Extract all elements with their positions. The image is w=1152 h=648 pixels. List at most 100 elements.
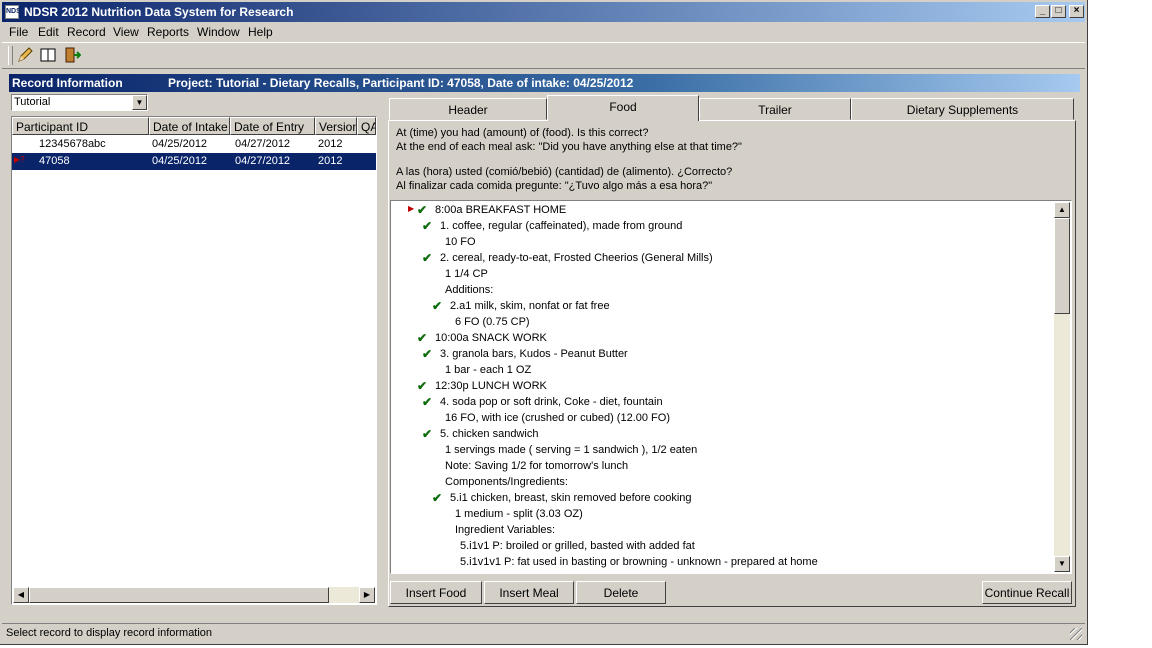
recall-item[interactable]: 4. soda pop or soft drink, Coke - diet, …: [440, 396, 663, 408]
menu-bar: File Edit Record View Reports Window Hel…: [2, 23, 1085, 41]
recall-item[interactable]: Components/Ingredients:: [445, 476, 568, 488]
col-date-entry[interactable]: Date of Entry: [230, 117, 315, 135]
recall-item[interactable]: 1 medium - split (3.03 OZ): [455, 508, 583, 520]
toolbar: [2, 42, 1085, 69]
prompt-en-2: At the end of each meal ask: "Did you ha…: [396, 141, 742, 153]
title-bar[interactable]: NDS NDSR 2012 Nutrition Data System for …: [2, 2, 1085, 22]
insert-meal-button[interactable]: Insert Meal: [484, 581, 574, 604]
check-icon: ✔: [432, 299, 443, 313]
tab-trailer[interactable]: Trailer: [699, 98, 851, 120]
recall-item[interactable]: 5.i1v1v1 P: fat used in basting or brown…: [460, 556, 818, 568]
col-version[interactable]: Version: [315, 117, 357, 135]
recall-item[interactable]: 10:00a SNACK WORK: [435, 332, 547, 344]
check-icon: ✔: [432, 491, 443, 505]
tab-dietary-supplements[interactable]: Dietary Supplements: [851, 98, 1074, 120]
recall-item[interactable]: 10 FO: [445, 236, 476, 248]
recall-item[interactable]: 3. granola bars, Kudos - Peanut Butter: [440, 348, 628, 360]
app-logo-icon: NDS: [5, 5, 21, 19]
check-icon: ✔: [422, 219, 433, 233]
pencil-icon[interactable]: [15, 46, 35, 66]
check-icon: ✔: [417, 379, 428, 393]
close-button[interactable]: ×: [1069, 5, 1084, 18]
cell-date-entry: 04/27/2012: [235, 138, 291, 150]
book-icon[interactable]: [38, 46, 58, 66]
grid-header: Participant ID Date of Intake Date of En…: [12, 117, 376, 135]
scroll-right-icon[interactable]: ▶: [359, 587, 375, 603]
check-icon: ✔: [422, 347, 433, 361]
recall-item[interactable]: 2.a1 milk, skim, nonfat or fat free: [450, 300, 610, 312]
menu-window[interactable]: Window: [197, 25, 240, 39]
cell-participant-id: 47058: [39, 155, 70, 167]
scroll-left-icon[interactable]: ◀: [13, 587, 29, 603]
project-select-value: Tutorial: [14, 96, 51, 108]
menu-view[interactable]: View: [113, 25, 139, 39]
cell-participant-id: 12345678abc: [39, 138, 106, 150]
record-info-label: Record Information: [12, 76, 123, 90]
table-row-selected[interactable]: ▶? 47058 04/25/2012 04/27/2012 2012: [12, 153, 376, 170]
menu-reports[interactable]: Reports: [147, 25, 189, 39]
prompt-es-2: Al finalizar cada comida pregunte: "¿Tuv…: [396, 180, 713, 192]
menu-file[interactable]: File: [9, 25, 28, 39]
recall-item[interactable]: 5.i1 chicken, breast, skin removed befor…: [450, 492, 692, 504]
recall-item[interactable]: 1 servings made ( serving = 1 sandwich )…: [445, 444, 697, 456]
recall-item[interactable]: 6 FO (0.75 CP): [455, 316, 530, 328]
recall-item[interactable]: Note: Saving 1/2 for tomorrow's lunch: [445, 460, 628, 472]
check-icon: ✔: [417, 203, 428, 217]
recall-item[interactable]: 12:30p LUNCH WORK: [435, 380, 547, 392]
menu-help[interactable]: Help: [248, 25, 273, 39]
check-icon: ✔: [422, 395, 433, 409]
project-info: Project: Tutorial - Dietary Recalls, Par…: [168, 76, 634, 90]
participant-grid: Participant ID Date of Intake Date of En…: [11, 116, 377, 605]
cell-date-entry: 04/27/2012: [235, 155, 291, 167]
recall-item[interactable]: 2. cereal, ready-to-eat, Frosted Cheerio…: [440, 252, 713, 264]
chevron-down-icon[interactable]: ▼: [132, 95, 147, 110]
recall-item[interactable]: 1. coffee, regular (caffeinated), made f…: [440, 220, 682, 232]
col-qa[interactable]: QA: [357, 117, 376, 135]
app-window: NDS NDSR 2012 Nutrition Data System for …: [0, 0, 1088, 645]
resize-grip-icon[interactable]: [1070, 628, 1082, 640]
tab-header[interactable]: Header: [389, 98, 547, 120]
exit-door-icon[interactable]: [62, 46, 82, 66]
record-info-header: Record Information Project: Tutorial - D…: [9, 74, 1080, 92]
menu-record[interactable]: Record: [67, 25, 106, 39]
minimize-button[interactable]: _: [1035, 5, 1050, 18]
scroll-up-icon[interactable]: ▲: [1054, 202, 1070, 218]
recall-item[interactable]: 1 1/4 CP: [445, 268, 488, 280]
current-row-icon: ▶?: [14, 155, 25, 164]
window-title: NDSR 2012 Nutrition Data System for Rese…: [24, 5, 294, 19]
prompt-en-1: At (time) you had (amount) of (food). Is…: [396, 127, 649, 139]
scroll-thumb[interactable]: [1054, 218, 1070, 314]
tab-food[interactable]: Food: [547, 95, 699, 121]
recall-item[interactable]: 16 FO, with ice (crushed or cubed) (12.0…: [445, 412, 670, 424]
menu-edit[interactable]: Edit: [38, 25, 59, 39]
recall-item[interactable]: Additions:: [445, 284, 493, 296]
check-icon: ✔: [422, 251, 433, 265]
maximize-button[interactable]: □: [1051, 5, 1066, 18]
current-item-icon: ▶: [408, 204, 415, 213]
col-participant-id[interactable]: Participant ID: [12, 117, 149, 135]
recall-item[interactable]: 5. chicken sandwich: [440, 428, 538, 440]
continue-recall-button[interactable]: Continue Recall: [982, 581, 1072, 604]
grid-horizontal-scrollbar[interactable]: ◀ ▶: [13, 587, 375, 603]
insert-food-button[interactable]: Insert Food: [390, 581, 482, 604]
cell-date-intake: 04/25/2012: [152, 138, 208, 150]
recall-item[interactable]: Ingredient Variables:: [455, 524, 555, 536]
cell-version: 2012: [318, 155, 343, 167]
table-row[interactable]: 12345678abc 04/25/2012 04/27/2012 2012: [12, 136, 376, 153]
col-date-intake[interactable]: Date of Intake: [149, 117, 230, 135]
project-select[interactable]: Tutorial ▼: [11, 94, 148, 111]
delete-button[interactable]: Delete: [576, 581, 666, 604]
scroll-down-icon[interactable]: ▼: [1054, 556, 1070, 572]
scroll-thumb[interactable]: [29, 587, 329, 603]
recall-item[interactable]: 8:00a BREAKFAST HOME: [435, 204, 566, 216]
recall-vertical-scrollbar[interactable]: ▲ ▼: [1054, 202, 1070, 572]
recall-list: ▶ ✔ 8:00a BREAKFAST HOME ✔ 1. coffee, regula…: [390, 200, 1072, 574]
check-icon: ✔: [417, 331, 428, 345]
toolbar-grip[interactable]: [8, 46, 13, 65]
cell-date-intake: 04/25/2012: [152, 155, 208, 167]
prompt-es-1: A las (hora) usted (comió/bebió) (cantid…: [396, 166, 733, 178]
cell-version: 2012: [318, 138, 343, 150]
status-bar: Select record to display record informat…: [2, 623, 1085, 642]
recall-item[interactable]: 5.i1v1 P: broiled or grilled, basted wit…: [460, 540, 695, 552]
recall-item[interactable]: 1 bar - each 1 OZ: [445, 364, 531, 376]
